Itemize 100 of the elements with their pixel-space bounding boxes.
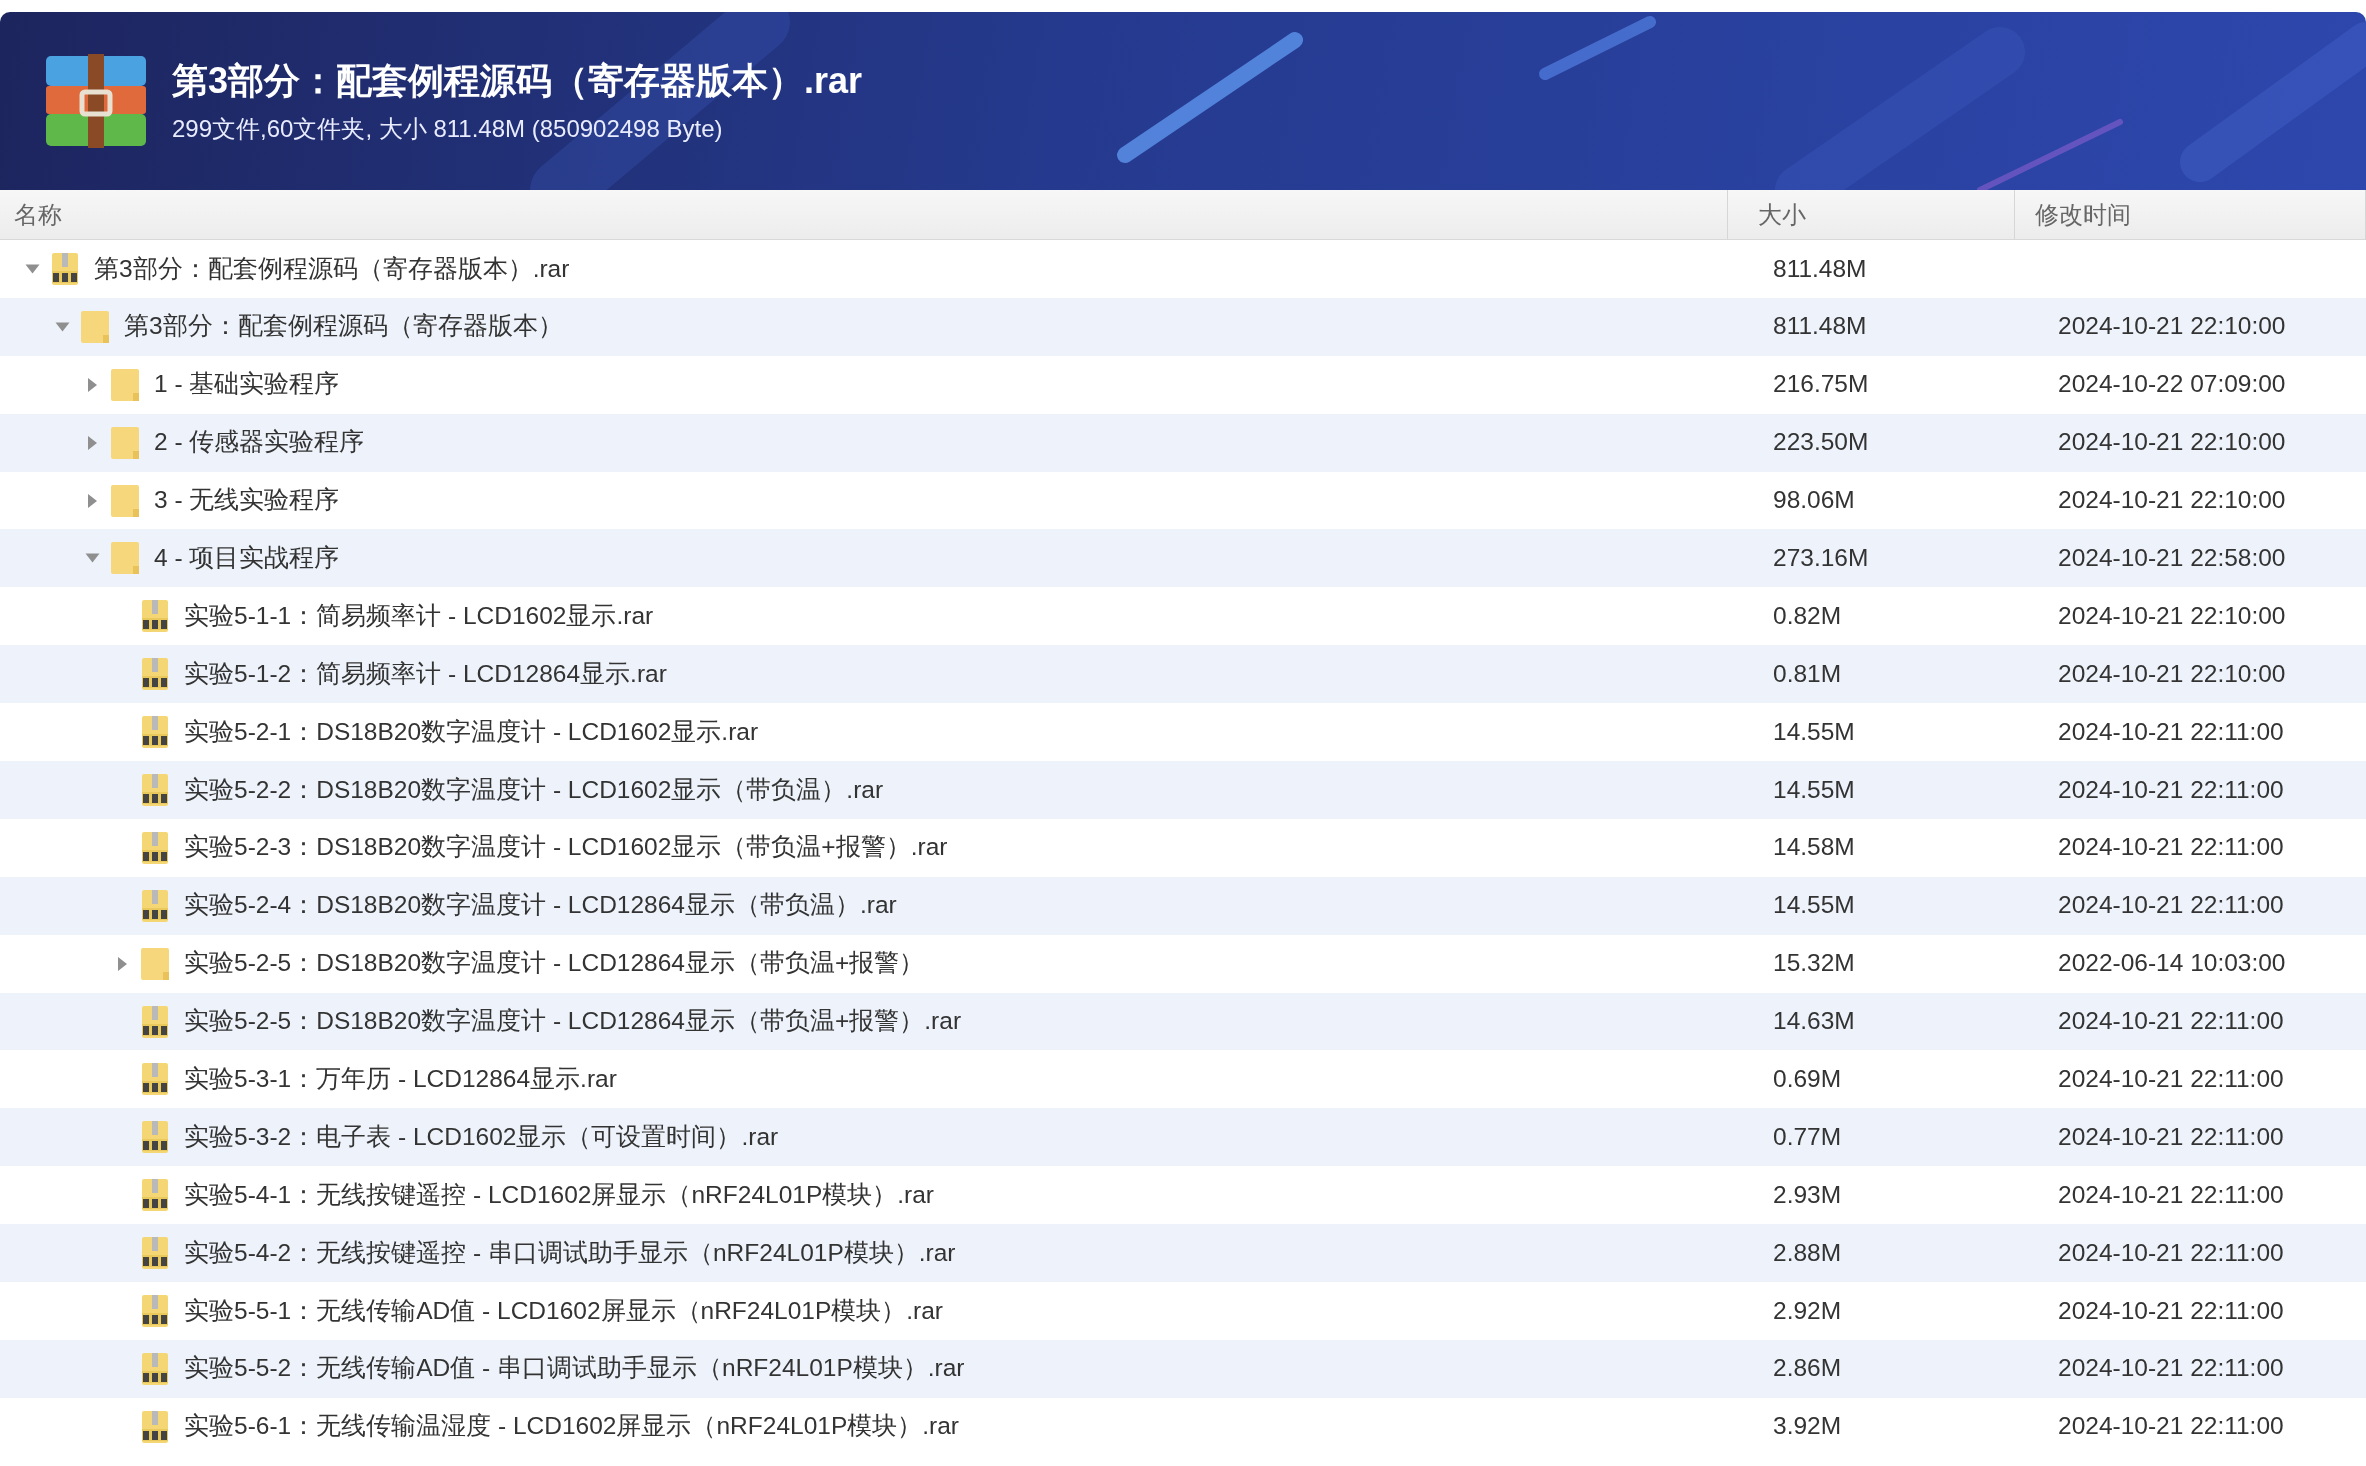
archive-file-icon [140, 888, 170, 923]
archive-file-icon [140, 1351, 170, 1386]
file-name: 实验5-5-2：无线传输AD值 - 串口调试助手显示（nRF24L01P模块）.rar [184, 1353, 965, 1384]
modified-time: 2024-10-21 22:11:00 [2058, 1122, 2284, 1150]
modified-time: 2022-06-14 10:03:00 [2058, 949, 2286, 977]
folder-icon [80, 309, 110, 344]
table-row[interactable]: 实验5-4-1：无线按键遥控 - LCD1602屏显示（nRF24L01P模块）.rar 2.93M 2024-10-21 22:11:00 [0, 1166, 2366, 1225]
archive-file-icon [50, 251, 80, 286]
table-row[interactable]: 实验5-2-4：DS18B20数字温度计 - LCD12864显示（带负温）.rar 14.55M 2024-10-21 22:11:00 [0, 876, 2366, 935]
table-row[interactable]: 实验5-2-1：DS18B20数字温度计 - LCD1602显示.rar 14.55M 2024-10-21 22:11:00 [0, 703, 2366, 761]
table-row[interactable]: 实验5-2-2：DS18B20数字温度计 - LCD1602显示（带负温）.rar 14.55M 2024-10-21 22:11:00 [0, 761, 2366, 819]
file-size: 98.06M [1773, 486, 1855, 514]
file-size: 14.55M [1773, 775, 1855, 803]
table-row[interactable]: 实验5-2-3：DS18B20数字温度计 - LCD1602显示（带负温+报警）.rar 14.58M 2024-10-21 22:11:00 [0, 818, 2366, 877]
table-row[interactable]: 3 - 无线实验程序 98.06M 2024-10-21 22:10:00 [0, 471, 2366, 530]
file-name: 实验5-2-3：DS18B20数字温度计 - LCD1602显示（带负温+报警）.rar [184, 832, 948, 863]
folder-icon [140, 946, 170, 981]
archive-file-icon [140, 830, 170, 865]
archive-file-icon [140, 1062, 170, 1097]
modified-time: 2024-10-21 22:10:00 [2058, 486, 2286, 514]
table-row[interactable]: 实验5-4-2：无线按键遥控 - 串口调试助手显示（nRF24L01P模块）.rar 2.88M 2024-10-21 22:11:00 [0, 1224, 2366, 1283]
table-row[interactable]: 实验5-2-5：DS18B20数字温度计 - LCD12864显示（带负温+报警）.rar 14.63M 2024-10-21 22:11:00 [0, 992, 2366, 1051]
table-row[interactable]: 2 - 传感器实验程序 223.50M 2024-10-21 22:10:00 [0, 413, 2366, 472]
folder-icon [110, 541, 140, 576]
file-name: 第3部分：配套例程源码（寄存器版本） [124, 311, 563, 342]
archive-file-icon [140, 1178, 170, 1213]
file-size: 14.55M [1773, 717, 1855, 745]
modified-time: 2024-10-21 22:11:00 [2058, 1238, 2284, 1266]
modified-time: 2024-10-22 07:09:00 [2058, 370, 2286, 398]
file-size: 0.82M [1773, 601, 1842, 629]
table-row[interactable]: 4 - 项目实战程序 273.16M 2024-10-21 22:58:00 [0, 529, 2366, 588]
archive-summary: 299文件,60文件夹, 大小 811.48M (850902498 Byte) [172, 113, 724, 144]
folder-icon [110, 367, 140, 402]
table-row[interactable]: 实验5-6-1：无线传输温湿度 - LCD1602屏显示（nRF24L01P模块）.rar 3.92M 2024-10-21 22:11:00 [0, 1397, 2366, 1456]
modified-time: 2024-10-21 22:11:00 [2058, 1412, 2284, 1440]
modified-time: 2024-10-21 22:11:00 [2058, 1007, 2284, 1035]
table-row[interactable]: 实验5-1-1：简易频率计 - LCD1602显示.rar 0.82M 2024-10-21 22:10:00 [0, 587, 2366, 646]
archive-file-icon [140, 657, 170, 692]
file-name: 实验5-2-2：DS18B20数字温度计 - LCD1602显示（带负温）.rar [184, 774, 884, 805]
modified-time: 2024-10-21 22:11:00 [2058, 717, 2284, 745]
file-name: 实验5-3-1：万年历 - LCD12864显示.rar [184, 1064, 617, 1095]
file-size: 223.50M [1773, 428, 1869, 456]
file-size: 273.16M [1773, 544, 1869, 571]
column-header[interactable]: 修改时间 [2035, 196, 2131, 233]
table-row[interactable]: 实验5-5-1：无线传输AD值 - LCD1602屏显示（nRF24L01P模块）.rar 2.92M 2024-10-21 22:11:00 [0, 1282, 2366, 1340]
modified-time: 2024-10-21 22:10:00 [2058, 659, 2286, 687]
table-row[interactable]: 实验5-3-1：万年历 - LCD12864显示.rar 0.69M 2024-10-21 22:11:00 [0, 1050, 2366, 1109]
archive-file-icon [140, 715, 170, 750]
file-size: 0.81M [1773, 659, 1842, 687]
file-size: 0.77M [1773, 1122, 1842, 1150]
modified-time: 2024-10-21 22:10:00 [2058, 312, 2286, 340]
modified-time: 2024-10-21 22:11:00 [2058, 775, 2284, 803]
archive-file-icon [140, 1409, 170, 1444]
file-name: 实验5-5-1：无线传输AD值 - LCD1602屏显示（nRF24L01P模块）.rar [184, 1295, 944, 1326]
file-size: 2.92M [1773, 1296, 1842, 1324]
file-size: 14.63M [1773, 1007, 1855, 1035]
archive-file-icon [140, 772, 170, 807]
table-row[interactable]: 第3部分：配套例程源码（寄存器版本） 811.48M 2024-10-21 22:10:00 [0, 297, 2366, 356]
file-size: 811.48M [1773, 312, 1867, 340]
archive-file-icon [140, 1293, 170, 1328]
table-row[interactable]: 实验5-2-5：DS18B20数字温度计 - LCD12864显示（带负温+报警） 15.32M 2022-06-14 10:03:00 [0, 934, 2366, 993]
file-name: 2 - 传感器实验程序 [154, 427, 365, 458]
file-size: 2.93M [1773, 1180, 1842, 1208]
archive-title: 第3部分：配套例程源码（寄存器版本）.rar [172, 59, 863, 103]
table-row[interactable]: 1 - 基础实验程序 216.75M 2024-10-22 07:09:00 [0, 355, 2366, 414]
file-size: 0.69M [1773, 1065, 1842, 1093]
column-header[interactable]: 名称 [14, 196, 62, 233]
modified-time: 2024-10-21 22:11:00 [2058, 1180, 2284, 1208]
file-name: 4 - 项目实战程序 [154, 543, 340, 573]
table-row[interactable]: 实验5-3-2：电子表 - LCD1602显示（可设置时间）.rar 0.77M 2024-10-21 22:11:00 [0, 1108, 2366, 1167]
table-row[interactable]: 第3部分：配套例程源码（寄存器版本）.rar 811.48M [0, 240, 2366, 298]
table-row[interactable]: 实验5-1-2：简易频率计 - LCD12864显示.rar 0.81M 2024-10-21 22:10:00 [0, 645, 2366, 704]
modified-time: 2024-10-21 22:11:00 [2058, 833, 2284, 861]
folder-icon [110, 425, 140, 460]
modified-time: 2024-10-21 22:10:00 [2058, 428, 2286, 456]
file-name: 实验5-1-2：简易频率计 - LCD12864显示.rar [184, 658, 667, 689]
file-name: 1 - 基础实验程序 [154, 369, 340, 400]
file-size: 14.55M [1773, 891, 1855, 919]
archive-file-icon [140, 1004, 170, 1039]
file-size: 811.48M [1773, 254, 1867, 282]
file-name: 3 - 无线实验程序 [154, 485, 340, 516]
file-size: 14.58M [1773, 833, 1855, 861]
archive-file-icon [140, 1236, 170, 1271]
folder-icon [110, 483, 140, 518]
table-row[interactable]: 实验5-5-2：无线传输AD值 - 串口调试助手显示（nRF24L01P模块）.rar 2.86M 2024-10-21 22:11:00 [0, 1339, 2366, 1398]
modified-time: 2024-10-21 22:11:00 [2058, 891, 2284, 919]
column-header[interactable]: 大小 [1758, 196, 1806, 233]
file-name: 实验5-2-5：DS18B20数字温度计 - LCD12864显示（带负温+报警） [184, 948, 925, 979]
file-name: 实验5-6-1：无线传输温湿度 - LCD1602屏显示（nRF24L01P模块）.rar [184, 1411, 959, 1442]
modified-time: 2024-10-21 22:11:00 [2058, 1065, 2284, 1093]
archive-file-icon [140, 1120, 170, 1155]
file-size: 216.75M [1773, 370, 1869, 398]
file-name: 第3部分：配套例程源码（寄存器版本）.rar [94, 253, 570, 284]
file-name: 实验5-2-4：DS18B20数字温度计 - LCD12864显示（带负温）.rar [184, 890, 897, 921]
file-size: 2.88M [1773, 1238, 1842, 1266]
file-name: 实验5-2-5：DS18B20数字温度计 - LCD12864显示（带负温+报警）.rar [184, 1006, 962, 1037]
modified-time: 2024-10-21 22:11:00 [2058, 1354, 2284, 1382]
modified-time: 2024-10-21 22:10:00 [2058, 601, 2286, 629]
books-strap-icon [44, 54, 148, 148]
file-size: 3.92M [1773, 1412, 1842, 1440]
